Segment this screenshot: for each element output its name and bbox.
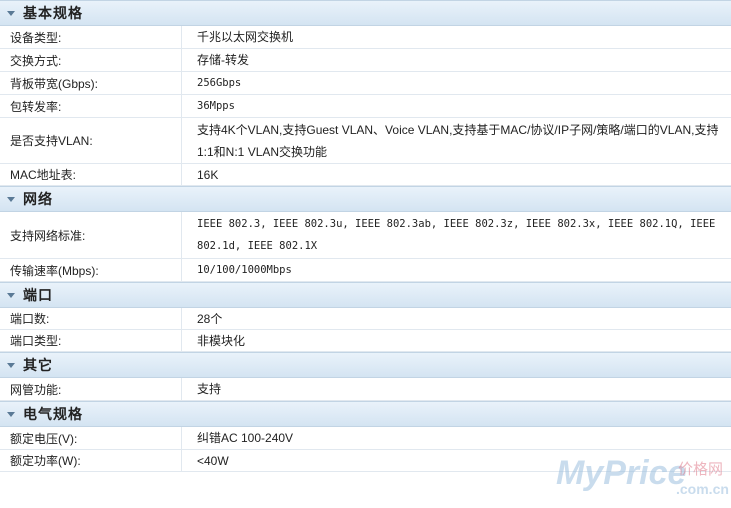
spec-label: 额定功率(W): (0, 450, 182, 471)
spec-value: 16K (197, 167, 219, 182)
collapse-arrow-icon (7, 411, 15, 417)
collapse-arrow-icon (7, 196, 15, 202)
section-header-basic[interactable]: 基本规格 (0, 0, 731, 26)
spec-row-network-standards: 支持网络标准: IEEE 802.3, IEEE 802.3u, IEEE 80… (0, 212, 731, 259)
section-header-other[interactable]: 其它 (0, 352, 731, 378)
section-title: 基本规格 (23, 5, 83, 21)
spec-row-transfer-rate: 传输速率(Mbps): 10/100/1000Mbps (0, 259, 731, 282)
section-header-network[interactable]: 网络 (0, 186, 731, 212)
spec-row-rated-power: 额定功率(W): <40W (0, 450, 731, 472)
spec-label: 设备类型: (0, 26, 182, 48)
spec-label: MAC地址表: (0, 164, 182, 185)
spec-value: 纠错AC 100-240V (197, 431, 294, 445)
spec-row-backplane: 背板带宽(Gbps): 256Gbps (0, 72, 731, 95)
spec-row-port-count: 端口数: 28个 (0, 308, 731, 330)
spec-value: IEEE 802.3, IEEE 802.3u, IEEE 802.3ab, I… (197, 218, 716, 252)
spec-label: 端口类型: (0, 330, 182, 351)
spec-value: <40W (197, 453, 229, 468)
spec-value: 存储-转发 (197, 53, 249, 67)
spec-row-port-type: 端口类型: 非模块化 (0, 330, 731, 352)
spec-value: 10/100/1000Mbps (197, 264, 292, 276)
spec-row-management: 网管功能: 支持 (0, 378, 731, 401)
spec-row-switch-mode: 交换方式: 存储-转发 (0, 49, 731, 72)
spec-value: 千兆以太网交换机 (197, 30, 294, 44)
spec-label: 额定电压(V): (0, 427, 182, 449)
spec-value: 非模块化 (197, 333, 246, 348)
collapse-arrow-icon (7, 10, 15, 16)
watermark-domain: .com.cn (676, 481, 729, 497)
spec-row-mac-table: MAC地址表: 16K (0, 164, 731, 186)
collapse-arrow-icon (7, 292, 15, 298)
spec-label: 传输速率(Mbps): (0, 259, 182, 281)
spec-label: 包转发率: (0, 95, 182, 117)
spec-label: 支持网络标准: (0, 212, 182, 258)
collapse-arrow-icon (7, 362, 15, 368)
spec-value: 36Mpps (197, 100, 235, 112)
spec-label: 背板带宽(Gbps): (0, 72, 182, 94)
spec-label: 网管功能: (0, 378, 182, 400)
spec-value: 支持 (197, 382, 222, 396)
spec-label: 交换方式: (0, 49, 182, 71)
section-title: 端口 (23, 287, 53, 303)
spec-label: 端口数: (0, 308, 182, 329)
section-title: 其它 (23, 357, 53, 373)
section-header-electrical[interactable]: 电气规格 (0, 401, 731, 427)
section-header-ports[interactable]: 端口 (0, 282, 731, 308)
spec-label: 是否支持VLAN: (0, 118, 182, 163)
spec-row-vlan: 是否支持VLAN: 支持4K个VLAN,支持Guest VLAN、Voice V… (0, 118, 731, 164)
spec-row-forwarding-rate: 包转发率: 36Mpps (0, 95, 731, 118)
spec-value: 支持4K个VLAN,支持Guest VLAN、Voice VLAN,支持基于MA… (197, 122, 719, 159)
spec-row-device-type: 设备类型: 千兆以太网交换机 (0, 26, 731, 49)
spec-value: 256Gbps (197, 77, 242, 89)
spec-table: 基本规格 设备类型: 千兆以太网交换机 交换方式: 存储-转发 背板带宽(Gbp… (0, 0, 731, 472)
spec-row-rated-voltage: 额定电压(V): 纠错AC 100-240V (0, 427, 731, 450)
section-title: 网络 (23, 191, 53, 207)
spec-value: 28个 (197, 311, 223, 326)
section-title: 电气规格 (23, 406, 83, 422)
